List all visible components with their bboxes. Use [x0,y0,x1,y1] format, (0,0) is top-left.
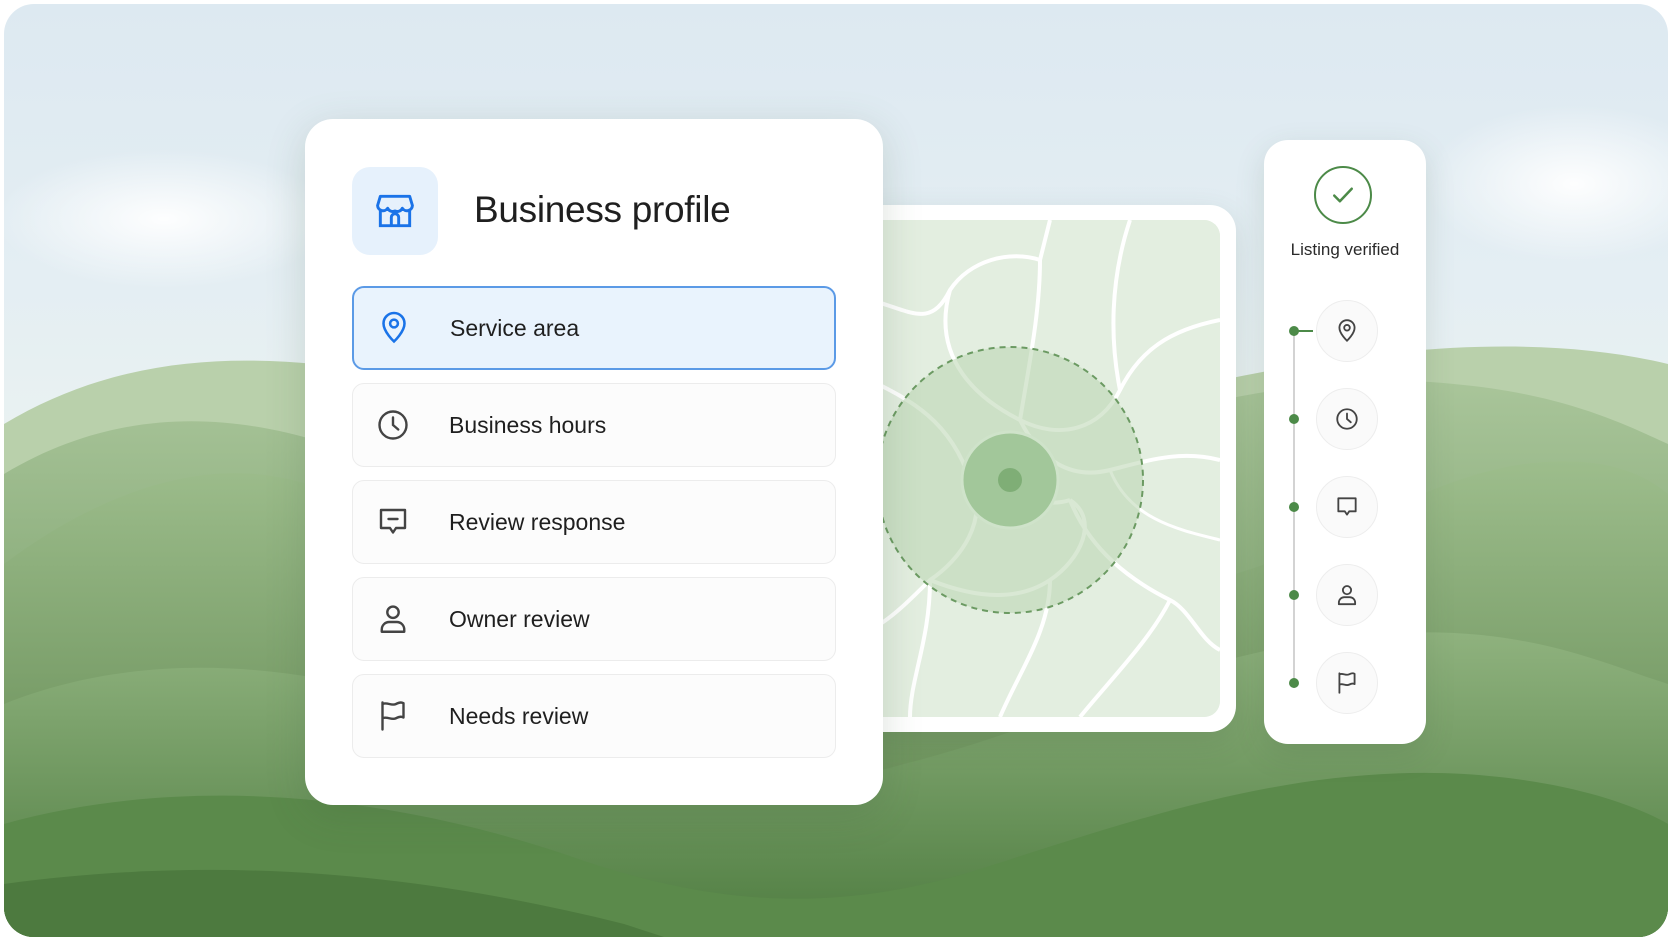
storefront-badge [352,167,438,255]
step-hours-button[interactable] [1316,388,1378,450]
menu-label: Business hours [449,411,607,438]
page-title: Business profile [474,189,731,230]
step-review-button[interactable] [1316,476,1378,538]
location-pin-icon [1338,319,1356,343]
menu-label: Review response [449,508,626,535]
step-owner-button[interactable] [1316,564,1378,626]
location-dot [998,468,1022,492]
location-pin-icon [374,308,414,348]
menu-label: Owner review [449,605,590,632]
menu-item-owner-review[interactable]: Owner review [352,577,836,661]
flag-icon [373,696,413,736]
map-canvas[interactable] [870,220,1220,717]
menu-label: Service area [450,314,580,341]
clock-icon [373,405,413,445]
listing-verified-label: Listing verified [1290,240,1400,259]
message-icon [1337,497,1357,516]
menu-item-needs-review[interactable]: Needs review [352,674,836,758]
storefront-icon [376,194,414,228]
service-area-map[interactable] [870,205,1236,732]
timeline-dot [1289,590,1299,600]
timeline-dot [1289,502,1299,512]
step-location-button[interactable] [1316,300,1378,362]
timeline-connector [1297,330,1313,332]
timeline-dot [1289,414,1299,424]
person-icon [373,599,413,639]
message-icon [373,502,413,542]
menu-item-service-area[interactable]: Service area [352,286,836,370]
menu-label: Needs review [449,702,589,729]
profile-menu: Service area Business hours Review respo… [352,286,836,771]
verification-panel: Listing verified [1264,140,1426,744]
person-icon [1337,585,1357,606]
check-circle-icon [1314,166,1372,224]
clock-icon [1336,408,1358,430]
menu-item-business-hours[interactable]: Business hours [352,383,836,467]
map-roads [870,220,1220,717]
flag-icon [1338,672,1356,694]
menu-item-review-response[interactable]: Review response [352,480,836,564]
step-flag-button[interactable] [1316,652,1378,714]
business-profile-card: Business profile Service area Business h… [305,119,883,805]
timeline-dot [1289,678,1299,688]
